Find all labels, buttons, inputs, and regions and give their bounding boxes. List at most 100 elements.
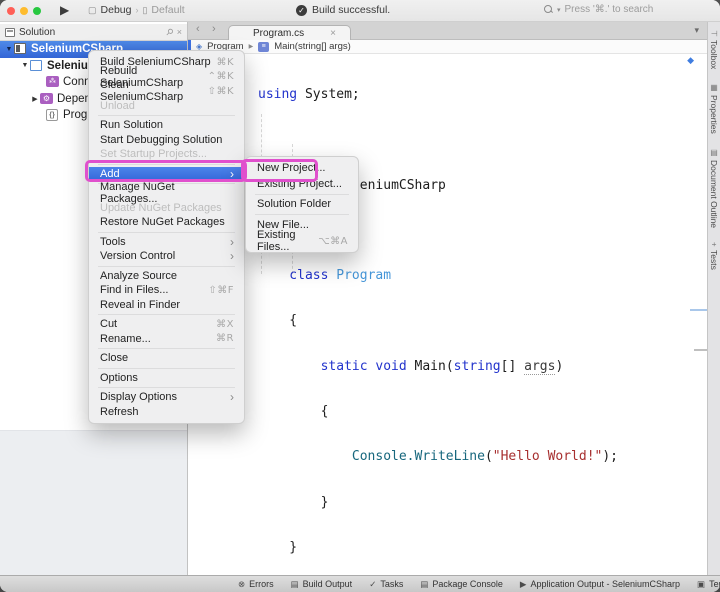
menu-separator <box>98 314 235 315</box>
dock-tab-document-outline[interactable]: ▤ Document Outline <box>709 148 719 228</box>
navigate-forward-button[interactable]: › <box>212 23 216 35</box>
search-input[interactable]: ▾ Press '⌘.' to search <box>544 4 710 15</box>
menu-item-reveal-in-finder[interactable]: Reveal in Finder <box>89 298 244 313</box>
csharp-file-icon: {} <box>46 109 59 122</box>
breadcrumb-separator-icon: ▶ <box>248 44 254 50</box>
code-line: Console.WriteLine("Hello World!"); <box>351 449 619 465</box>
debug-icon: ▢ <box>88 4 97 15</box>
toolbox-icon: ⊤ <box>709 30 719 37</box>
disclosure-open-icon[interactable]: ▼ <box>4 46 14 53</box>
code-line: class Program <box>289 268 392 284</box>
submenu-arrow-icon: › <box>230 166 234 181</box>
code-line: { <box>320 404 329 420</box>
menu-item-clean[interactable]: Clean SeleniumCSharp ⇧⌘K <box>89 79 244 103</box>
build-status-text: Build successful. <box>312 4 391 16</box>
disclosure-open-icon[interactable]: ▼ <box>20 62 30 69</box>
config-icon: ▯ <box>142 4 148 15</box>
dock-tab-toolbox[interactable]: ⊤ Toolbox <box>709 30 719 69</box>
build-status: ✓ Build successful. <box>296 4 390 16</box>
status-bar: ⊗ Errors ▤ Build Output ✓ Tasks ▤ Package Co… <box>0 575 720 592</box>
solution-pad-title: Solution <box>19 26 56 38</box>
document-outline-icon: ▤ <box>709 148 719 158</box>
tab-list-dropdown-icon[interactable]: ▾ <box>694 25 699 36</box>
navigate-back-button[interactable]: ‹ <box>196 23 200 35</box>
right-dock: ⊤ Toolbox ▦ Properties ▤ Document Outline +… <box>707 22 720 575</box>
menu-item-display-options[interactable]: Display Options › <box>89 390 244 405</box>
menu-separator <box>98 163 235 165</box>
terminal-icon: ▣ <box>697 578 706 589</box>
statusbar-build-output[interactable]: ▤ Build Output <box>291 579 353 590</box>
solution-icon <box>14 43 27 55</box>
tasks-icon: ✓ <box>369 578 377 589</box>
statusbar-application-output[interactable]: ▶ Application Output - SeleniumCSharp <box>520 579 680 590</box>
submenu-item-existing-files[interactable]: Existing Files... ⌥⌘A <box>246 229 358 253</box>
menu-item-add[interactable]: Add › <box>89 166 244 181</box>
check-icon: ✓ <box>296 4 307 16</box>
submenu-item-new-project[interactable]: New Project... <box>246 160 358 176</box>
dependencies-icon: ⚙ <box>40 92 53 105</box>
code-editor[interactable]: using System; namespace SeleniumCSharp {… <box>188 54 618 592</box>
submenu-item-solution-folder[interactable]: Solution Folder <box>246 197 358 213</box>
menu-item-find-in-files[interactable]: Find in Files... ⇧⌘F <box>89 283 244 298</box>
submenu-arrow-icon: › <box>230 249 234 264</box>
scrollbar-marker-blue <box>690 309 707 311</box>
build-target-selector[interactable]: ▢ Debug › ▯ Default <box>88 4 185 16</box>
menu-item-analyze-source[interactable]: Analyze Source <box>89 269 244 284</box>
dock-tab-tests[interactable]: + Tests <box>709 242 719 270</box>
submenu-item-existing-project[interactable]: Existing Project... <box>246 176 358 192</box>
app-window: ▶ ▢ Debug › ▯ Default ✓ Build successful… <box>0 0 720 592</box>
menu-item-rename[interactable]: Rename... ⌘R <box>89 332 244 347</box>
menu-item-tools[interactable]: Tools › <box>89 235 244 250</box>
menu-item-set-startup-projects: Set Startup Projects... <box>100 148 207 161</box>
dock-tab-properties[interactable]: ▦ Properties <box>709 83 719 134</box>
menu-item-refresh[interactable]: Refresh <box>89 405 244 420</box>
window-minimize-button[interactable] <box>20 7 28 15</box>
build-output-icon: ▤ <box>290 578 299 589</box>
statusbar-terminal[interactable]: ▣Terminal – SeleniumCSharp <box>697 579 720 590</box>
window-close-button[interactable] <box>7 7 15 15</box>
menu-item-options[interactable]: Options <box>89 371 244 386</box>
context-menu: Build SeleniumCSharp ⌘K Rebuild SeleniumC… <box>88 50 245 424</box>
pin-icon[interactable]: ⚲ <box>163 26 176 38</box>
search-placeholder: Press '⌘.' to search <box>564 4 654 15</box>
code-line: using System; <box>258 87 360 102</box>
scrollbar-marker-gray <box>694 349 707 351</box>
tab-close-icon[interactable]: × <box>330 28 336 39</box>
chevron-down-icon: ▾ <box>557 6 561 14</box>
menu-separator <box>98 231 235 233</box>
menu-separator <box>98 387 235 388</box>
chevron-right-icon: › <box>135 5 139 15</box>
menu-item-run-solution[interactable]: Run Solution <box>89 118 244 133</box>
menu-item-restore-nuget[interactable]: Restore NuGet Packages <box>89 215 244 230</box>
disclosure-closed-icon[interactable]: ▶ <box>30 95 40 103</box>
search-icon <box>544 5 553 14</box>
menu-item-start-debugging[interactable]: Start Debugging Solution <box>89 133 244 148</box>
statusbar-package-console[interactable]: ▤ Package Console <box>420 579 503 590</box>
tab-label: Program.cs <box>253 27 305 39</box>
build-config-label: Default <box>151 4 185 16</box>
statusbar-tasks[interactable]: ✓ Tasks <box>369 579 403 590</box>
run-icon[interactable]: ▶ <box>60 3 69 17</box>
menu-item-cut[interactable]: Cut ⌘X <box>89 317 244 332</box>
menu-item-manage-nuget[interactable]: Manage NuGet Packages... <box>89 181 244 205</box>
window-maximize-button[interactable] <box>33 7 41 15</box>
code-line: } <box>320 494 329 510</box>
statusbar-errors[interactable]: ⊗ Errors <box>238 579 274 590</box>
tab-bar: ‹ › Program.cs × ▾ <box>188 22 707 40</box>
breadcrumb-member[interactable]: Main(string[] args) <box>274 41 351 52</box>
errors-icon: ⊗ <box>238 578 246 589</box>
menu-item-update-nuget: Update NuGet Packages <box>100 201 222 214</box>
menu-item-version-control[interactable]: Version Control › <box>89 249 244 264</box>
build-target-label: Debug <box>100 4 132 16</box>
package-console-icon: ▤ <box>420 578 429 589</box>
close-icon[interactable]: × <box>177 27 182 37</box>
code-line: } <box>289 539 298 555</box>
tests-icon: + <box>709 242 719 247</box>
tab-program-cs[interactable]: Program.cs × <box>228 25 351 40</box>
menu-separator <box>98 265 235 267</box>
code-line: { <box>289 313 298 329</box>
menu-item-close[interactable]: Close <box>89 351 244 366</box>
solution-pad-empty-area <box>0 430 187 575</box>
caret-marker-icon: ◆ <box>687 55 694 65</box>
